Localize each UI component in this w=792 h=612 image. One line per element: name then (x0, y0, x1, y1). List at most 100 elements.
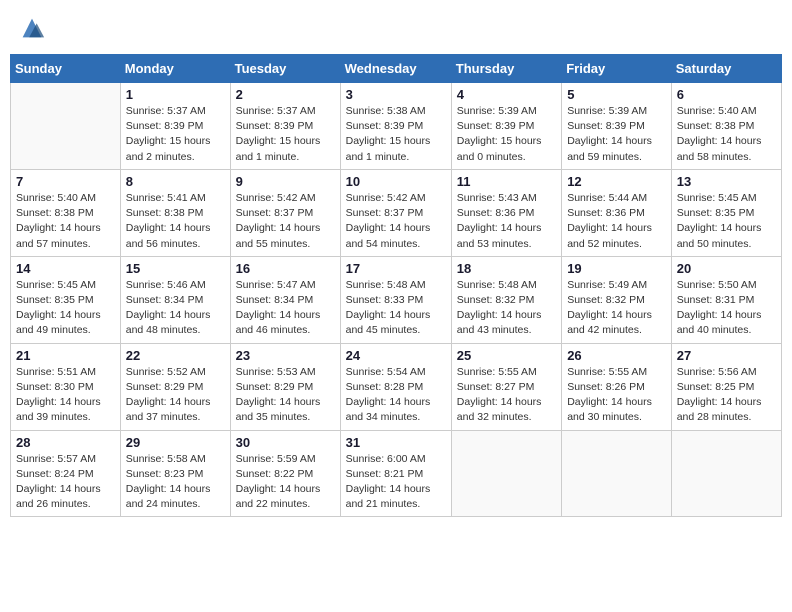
day-number: 29 (126, 435, 225, 450)
calendar-cell: 30 Sunrise: 5:59 AM Sunset: 8:22 PM Dayli… (230, 430, 340, 517)
day-info: Sunrise: 5:40 AM Sunset: 8:38 PM Dayligh… (677, 104, 776, 165)
day-info: Sunrise: 6:00 AM Sunset: 8:21 PM Dayligh… (346, 452, 446, 513)
calendar-week-row: 28 Sunrise: 5:57 AM Sunset: 8:24 PM Dayli… (11, 430, 782, 517)
day-info: Sunrise: 5:37 AM Sunset: 8:39 PM Dayligh… (236, 104, 335, 165)
calendar-cell: 13 Sunrise: 5:45 AM Sunset: 8:35 PM Dayli… (671, 169, 781, 256)
calendar-cell: 29 Sunrise: 5:58 AM Sunset: 8:23 PM Dayli… (120, 430, 230, 517)
day-number: 14 (16, 261, 115, 276)
day-header-friday: Friday (562, 55, 672, 83)
day-header-monday: Monday (120, 55, 230, 83)
day-number: 1 (126, 87, 225, 102)
day-number: 13 (677, 174, 776, 189)
calendar-cell: 14 Sunrise: 5:45 AM Sunset: 8:35 PM Dayli… (11, 256, 121, 343)
calendar-cell: 18 Sunrise: 5:48 AM Sunset: 8:32 PM Dayli… (451, 256, 561, 343)
calendar-cell: 21Sunrise: 5:51 AM Sunset: 8:30 PM Dayli… (11, 343, 121, 430)
calendar-cell: 17 Sunrise: 5:48 AM Sunset: 8:33 PM Dayli… (340, 256, 451, 343)
day-info: Sunrise: 5:48 AM Sunset: 8:32 PM Dayligh… (457, 278, 556, 339)
calendar-week-row: 21Sunrise: 5:51 AM Sunset: 8:30 PM Dayli… (11, 343, 782, 430)
day-header-tuesday: Tuesday (230, 55, 340, 83)
calendar-cell: 4 Sunrise: 5:39 AM Sunset: 8:39 PM Daylig… (451, 83, 561, 170)
day-header-thursday: Thursday (451, 55, 561, 83)
day-info: Sunrise: 5:44 AM Sunset: 8:36 PM Dayligh… (567, 191, 666, 252)
logo (16, 14, 46, 42)
calendar-week-row: 14 Sunrise: 5:45 AM Sunset: 8:35 PM Dayli… (11, 256, 782, 343)
day-number: 30 (236, 435, 335, 450)
day-number: 28 (16, 435, 115, 450)
calendar-cell: 28 Sunrise: 5:57 AM Sunset: 8:24 PM Dayli… (11, 430, 121, 517)
day-info: Sunrise: 5:47 AM Sunset: 8:34 PM Dayligh… (236, 278, 335, 339)
calendar-cell: 9Sunrise: 5:42 AM Sunset: 8:37 PM Daylig… (230, 169, 340, 256)
calendar-week-row: 1 Sunrise: 5:37 AM Sunset: 8:39 PM Daylig… (11, 83, 782, 170)
day-info: Sunrise: 5:55 AM Sunset: 8:27 PM Dayligh… (457, 365, 556, 426)
calendar-cell: 11 Sunrise: 5:43 AM Sunset: 8:36 PM Dayli… (451, 169, 561, 256)
calendar-cell: 8Sunrise: 5:41 AM Sunset: 8:38 PM Daylig… (120, 169, 230, 256)
day-number: 27 (677, 348, 776, 363)
day-info: Sunrise: 5:57 AM Sunset: 8:24 PM Dayligh… (16, 452, 115, 513)
day-number: 15 (126, 261, 225, 276)
day-header-saturday: Saturday (671, 55, 781, 83)
day-header-wednesday: Wednesday (340, 55, 451, 83)
day-number: 2 (236, 87, 335, 102)
calendar-cell: 26 Sunrise: 5:55 AM Sunset: 8:26 PM Dayli… (562, 343, 672, 430)
calendar-cell: 7 Sunrise: 5:40 AM Sunset: 8:38 PM Daylig… (11, 169, 121, 256)
day-number: 7 (16, 174, 115, 189)
calendar-cell: 27 Sunrise: 5:56 AM Sunset: 8:25 PM Dayli… (671, 343, 781, 430)
day-info: Sunrise: 5:41 AM Sunset: 8:38 PM Dayligh… (126, 191, 225, 252)
calendar-cell: 23 Sunrise: 5:53 AM Sunset: 8:29 PM Dayli… (230, 343, 340, 430)
day-number: 3 (346, 87, 446, 102)
day-info: Sunrise: 5:59 AM Sunset: 8:22 PM Dayligh… (236, 452, 335, 513)
logo-icon (18, 14, 46, 42)
calendar-cell: 2 Sunrise: 5:37 AM Sunset: 8:39 PM Daylig… (230, 83, 340, 170)
day-number: 20 (677, 261, 776, 276)
day-number: 6 (677, 87, 776, 102)
day-number: 26 (567, 348, 666, 363)
day-number: 24 (346, 348, 446, 363)
calendar-cell: 22Sunrise: 5:52 AM Sunset: 8:29 PM Dayli… (120, 343, 230, 430)
day-info: Sunrise: 5:39 AM Sunset: 8:39 PM Dayligh… (457, 104, 556, 165)
calendar-table: SundayMondayTuesdayWednesdayThursdayFrid… (10, 54, 782, 517)
day-info: Sunrise: 5:43 AM Sunset: 8:36 PM Dayligh… (457, 191, 556, 252)
calendar-cell: 31 Sunrise: 6:00 AM Sunset: 8:21 PM Dayli… (340, 430, 451, 517)
day-info: Sunrise: 5:56 AM Sunset: 8:25 PM Dayligh… (677, 365, 776, 426)
day-info: Sunrise: 5:37 AM Sunset: 8:39 PM Dayligh… (126, 104, 225, 165)
day-info: Sunrise: 5:38 AM Sunset: 8:39 PM Dayligh… (346, 104, 446, 165)
day-number: 18 (457, 261, 556, 276)
day-number: 4 (457, 87, 556, 102)
day-info: Sunrise: 5:45 AM Sunset: 8:35 PM Dayligh… (677, 191, 776, 252)
day-info: Sunrise: 5:42 AM Sunset: 8:37 PM Dayligh… (346, 191, 446, 252)
calendar-cell: 5 Sunrise: 5:39 AM Sunset: 8:39 PM Daylig… (562, 83, 672, 170)
day-info: Sunrise: 5:48 AM Sunset: 8:33 PM Dayligh… (346, 278, 446, 339)
calendar-week-row: 7 Sunrise: 5:40 AM Sunset: 8:38 PM Daylig… (11, 169, 782, 256)
calendar-cell (451, 430, 561, 517)
day-number: 23 (236, 348, 335, 363)
day-number: 11 (457, 174, 556, 189)
day-number: 22 (126, 348, 225, 363)
day-info: Sunrise: 5:54 AM Sunset: 8:28 PM Dayligh… (346, 365, 446, 426)
calendar-cell: 1 Sunrise: 5:37 AM Sunset: 8:39 PM Daylig… (120, 83, 230, 170)
calendar-header-row: SundayMondayTuesdayWednesdayThursdayFrid… (11, 55, 782, 83)
day-number: 12 (567, 174, 666, 189)
calendar-cell: 24 Sunrise: 5:54 AM Sunset: 8:28 PM Dayli… (340, 343, 451, 430)
calendar-cell: 15Sunrise: 5:46 AM Sunset: 8:34 PM Dayli… (120, 256, 230, 343)
day-info: Sunrise: 5:58 AM Sunset: 8:23 PM Dayligh… (126, 452, 225, 513)
calendar-cell: 12 Sunrise: 5:44 AM Sunset: 8:36 PM Dayli… (562, 169, 672, 256)
day-info: Sunrise: 5:55 AM Sunset: 8:26 PM Dayligh… (567, 365, 666, 426)
day-info: Sunrise: 5:49 AM Sunset: 8:32 PM Dayligh… (567, 278, 666, 339)
day-number: 5 (567, 87, 666, 102)
calendar-cell (562, 430, 672, 517)
day-info: Sunrise: 5:45 AM Sunset: 8:35 PM Dayligh… (16, 278, 115, 339)
day-info: Sunrise: 5:39 AM Sunset: 8:39 PM Dayligh… (567, 104, 666, 165)
day-info: Sunrise: 5:53 AM Sunset: 8:29 PM Dayligh… (236, 365, 335, 426)
calendar-cell (671, 430, 781, 517)
day-header-sunday: Sunday (11, 55, 121, 83)
day-number: 31 (346, 435, 446, 450)
day-number: 17 (346, 261, 446, 276)
day-info: Sunrise: 5:50 AM Sunset: 8:31 PM Dayligh… (677, 278, 776, 339)
day-number: 21 (16, 348, 115, 363)
day-info: Sunrise: 5:40 AM Sunset: 8:38 PM Dayligh… (16, 191, 115, 252)
calendar-cell: 19 Sunrise: 5:49 AM Sunset: 8:32 PM Dayli… (562, 256, 672, 343)
calendar-cell: 25Sunrise: 5:55 AM Sunset: 8:27 PM Dayli… (451, 343, 561, 430)
day-number: 19 (567, 261, 666, 276)
calendar-cell (11, 83, 121, 170)
day-number: 16 (236, 261, 335, 276)
